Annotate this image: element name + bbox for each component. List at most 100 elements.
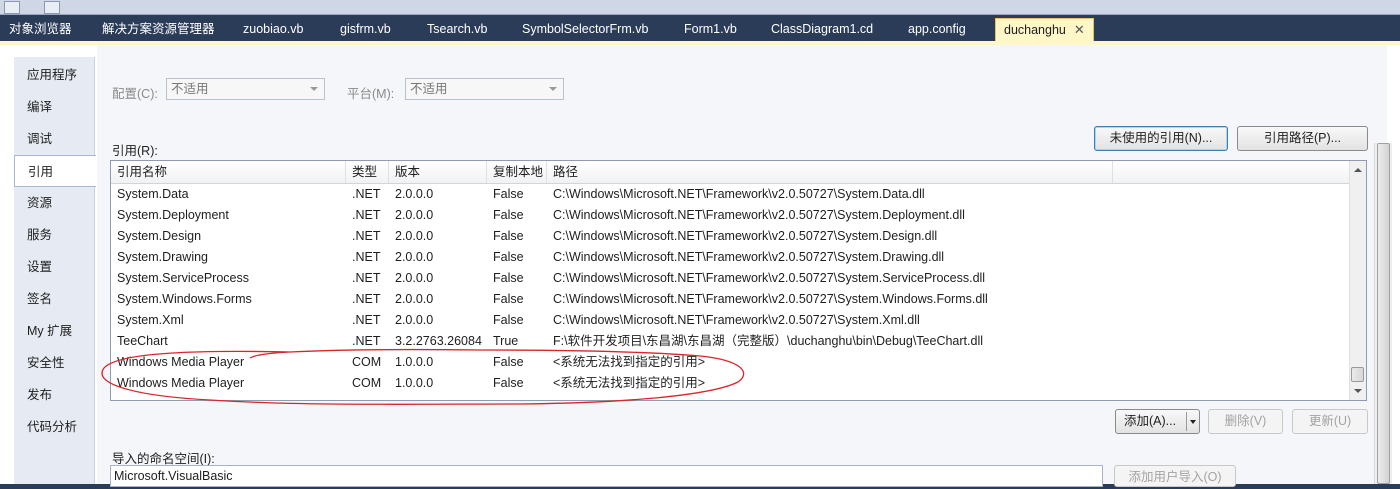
column-header-name[interactable]: 引用名称 [111,161,346,183]
config-select[interactable]: 不适用 [166,78,325,100]
sidebar-item-resources[interactable]: 资源 [14,187,94,219]
reference-type: .NET [352,250,381,264]
scroll-thumb[interactable] [1351,367,1364,382]
reference-version: 2.0.0.0 [395,250,434,264]
tab-object-browser[interactable]: 对象浏览器 [3,19,78,39]
sidebar-item-security[interactable]: 安全性 [14,347,94,379]
reference-copy-local: False [493,376,524,390]
sidebar-item-services[interactable]: 服务 [14,219,94,251]
sidebar-item-code-analysis[interactable]: 代码分析 [14,411,94,443]
chevron-down-icon [549,87,557,91]
config-label: 配置(C): [112,87,158,101]
references-table[interactable]: 引用名称 类型 版本 复制本地 路径 System.Data .NET 2.0.… [110,160,1367,401]
platform-label: 平台(M): [347,87,395,101]
sidebar-item-publish[interactable]: 发布 [14,379,94,411]
table-row[interactable]: System.Xml .NET 2.0.0.0 False C:\Windows… [111,310,1351,331]
column-header-copy-local[interactable]: 复制本地 [487,161,547,183]
sidebar-item-signing[interactable]: 签名 [14,283,94,315]
reference-path: C:\Windows\Microsoft.NET\Framework\v2.0.… [553,292,988,306]
property-sidebar: 应用程序 编译 调试 引用 资源 服务 设置 签名 My 扩展 安全性 发布 代… [14,57,96,484]
reference-path: <系统无法找到指定的引用> [553,376,706,390]
config-value: 不适用 [171,82,209,96]
reference-version: 1.0.0.0 [395,355,434,369]
table-header: 引用名称 类型 版本 复制本地 路径 [111,161,1351,184]
sidebar-item-application[interactable]: 应用程序 [14,59,94,91]
tab-label: SymbolSelectorFrm.vb [522,22,649,36]
tab-gisfrm[interactable]: gisfrm.vb [334,19,397,39]
reference-type: COM [352,355,382,369]
reference-path: C:\Windows\Microsoft.NET\Framework\v2.0.… [553,313,920,327]
table-row[interactable]: System.Data .NET 2.0.0.0 False C:\Window… [111,184,1351,205]
reference-copy-local: False [493,271,524,285]
column-header-type[interactable]: 类型 [346,161,389,183]
reference-name: TeeChart [117,334,168,348]
chevron-down-icon [310,87,318,91]
reference-copy-local: True [493,334,519,348]
tab-zuobiao[interactable]: zuobiao.vb [237,19,309,39]
reference-version: 2.0.0.0 [395,229,434,243]
tab-symbolselector[interactable]: SymbolSelectorFrm.vb [516,19,654,39]
reference-version: 2.0.0.0 [395,313,434,327]
tab-tsearch[interactable]: Tsearch.vb [421,19,493,39]
references-scrollbar[interactable] [1349,161,1366,400]
update-reference-button[interactable]: 更新(U) [1292,409,1368,434]
reference-version: 2.0.0.0 [395,208,434,222]
reference-name: System.Windows.Forms [117,292,252,306]
page-scrollbar[interactable] [1374,143,1392,484]
reference-name: System.Data [117,187,189,201]
sidebar-item-debug[interactable]: 调试 [14,123,94,155]
tab-label: Tsearch.vb [427,22,488,36]
table-row[interactable]: System.ServiceProcess .NET 2.0.0.0 False… [111,268,1351,289]
tab-form1[interactable]: Form1.vb [678,19,743,39]
tab-solution-explorer[interactable]: 解决方案资源管理器 [96,19,221,39]
toolbar-icon[interactable] [44,1,60,14]
table-row[interactable]: TeeChart .NET 3.2.2763.26084 True F:\软件开… [111,331,1351,352]
table-row[interactable]: System.Deployment .NET 2.0.0.0 False C:\… [111,205,1351,226]
tab-classdiagram[interactable]: ClassDiagram1.cd [765,19,879,39]
reference-copy-local: False [493,313,524,327]
table-row[interactable]: Windows Media Player COM 1.0.0.0 False <… [111,352,1351,373]
table-row[interactable]: Windows Media Player COM 1.0.0.0 False <… [111,373,1351,394]
toolbar-strip [0,0,1400,15]
page-scroll-thumb[interactable] [1377,143,1390,484]
table-row[interactable]: System.Design .NET 2.0.0.0 False C:\Wind… [111,226,1351,247]
sidebar-item-my-extensions[interactable]: My 扩展 [14,315,94,347]
platform-value: 不适用 [410,82,448,96]
table-row[interactable]: System.Drawing .NET 2.0.0.0 False C:\Win… [111,247,1351,268]
unused-references-button[interactable]: 未使用的引用(N)... [1094,126,1228,151]
reference-type: COM [352,376,382,390]
table-row[interactable]: System.Windows.Forms .NET 2.0.0.0 False … [111,289,1351,310]
reference-version: 2.0.0.0 [395,187,434,201]
reference-path: C:\Windows\Microsoft.NET\Framework\v2.0.… [553,187,925,201]
sidebar-item-compile[interactable]: 编译 [14,91,94,123]
sidebar-item-references[interactable]: 引用 [14,155,96,187]
add-reference-button[interactable]: 添加(A)... [1115,409,1200,434]
scroll-up-icon[interactable] [1354,168,1362,172]
close-icon[interactable]: ✕ [1074,22,1085,37]
document-tab-bar: 对象浏览器 解决方案资源管理器 zuobiao.vb gisfrm.vb Tse… [0,15,1400,43]
toolbar-icon[interactable] [4,1,20,14]
remove-reference-button[interactable]: 删除(V) [1208,409,1283,434]
column-header-path[interactable]: 路径 [547,161,1113,183]
reference-version: 1.0.0.0 [395,376,434,390]
references-label: 引用(R): [112,144,158,158]
reference-paths-button[interactable]: 引用路径(P)... [1237,126,1368,151]
scroll-down-icon[interactable] [1354,389,1362,393]
add-button-label: 添加(A)... [1124,414,1177,428]
reference-version: 2.0.0.0 [395,292,434,306]
sidebar-item-settings[interactable]: 设置 [14,251,94,283]
reference-type: .NET [352,208,381,222]
reference-path: F:\软件开发项目\东昌湖\东昌湖（完整版）\duchanghu\bin\Deb… [553,334,983,348]
platform-select[interactable]: 不适用 [405,78,564,100]
column-header-version[interactable]: 版本 [389,161,487,183]
tab-app-config[interactable]: app.config [902,19,972,39]
tab-duchanghu[interactable]: duchanghu ✕ [995,18,1094,43]
reference-name: System.Xml [117,313,184,327]
reference-path: <系统无法找到指定的引用> [553,355,706,369]
split-separator [1186,412,1187,431]
reference-path: C:\Windows\Microsoft.NET\Framework\v2.0.… [553,229,938,243]
tab-label: gisfrm.vb [340,22,391,36]
tab-label: app.config [908,22,966,36]
chevron-down-icon[interactable] [1190,420,1196,424]
reference-copy-local: False [493,250,524,264]
